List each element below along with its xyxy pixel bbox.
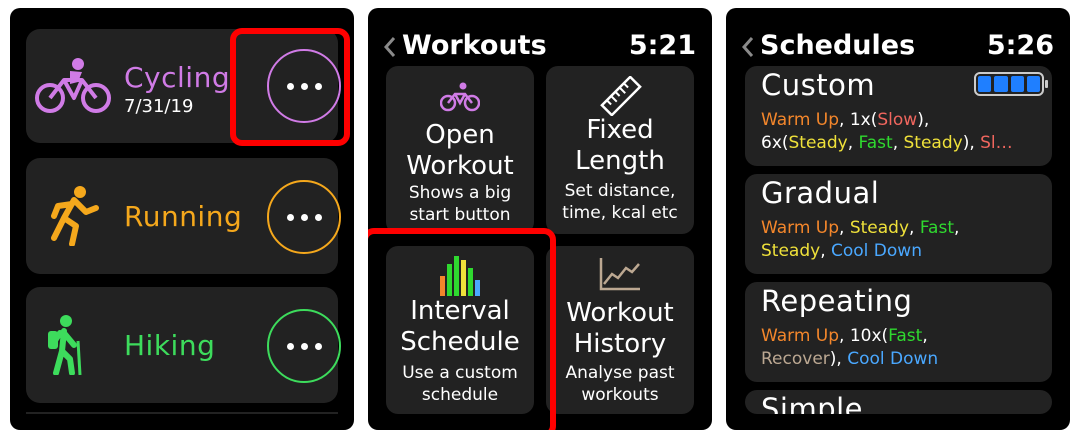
tile-title-line1: Open — [425, 120, 495, 150]
activity-name: Running — [124, 200, 243, 233]
activity-row-hiking[interactable]: Hiking — [26, 287, 341, 403]
schedule-description-line2: Steady, Cool Down — [761, 241, 922, 261]
activity-row-running[interactable]: Running — [26, 158, 341, 274]
tile-subtitle-line2: workouts — [581, 385, 659, 405]
tile-open-workout[interactable]: Open Workout Shows a big start button — [386, 66, 534, 234]
activity-list-screen: Cycling 7/31/19 Running Hiking — [10, 8, 354, 430]
schedule-name: Simple — [761, 392, 864, 414]
tile-title-line2: Length — [575, 146, 665, 176]
schedule-description-line2: Recover), Cool Down — [761, 349, 939, 369]
activity-name: Hiking — [124, 329, 216, 362]
battery-icon — [974, 72, 1048, 96]
clock-time: 5:26 — [986, 30, 1054, 61]
back-chevron-icon[interactable] — [383, 34, 396, 65]
cycling-icon — [440, 82, 480, 112]
more-dots-icon — [286, 342, 294, 350]
screen-title: Schedules — [760, 30, 916, 61]
back-chevron-icon[interactable] — [741, 34, 754, 65]
schedule-description-line1: Warm Up, Steady, Fast, — [761, 218, 960, 238]
schedule-repeating[interactable]: Repeating Warm Up, 10x(Fast, Recover), C… — [745, 282, 1052, 382]
header: Schedules 5:26 — [741, 30, 1054, 65]
schedule-description-line1: Warm Up, 1x(Slow), — [761, 110, 930, 130]
screen-title: Workouts — [402, 30, 547, 61]
schedules-screen: Schedules 5:26 Custom Warm Up, 1x(Slow),… — [726, 8, 1070, 430]
tile-title-line1: Fixed — [586, 115, 654, 145]
ruler-icon — [600, 76, 642, 116]
schedule-simple[interactable]: Simple — [745, 390, 1052, 414]
tile-subtitle-line1: Shows a big — [408, 183, 512, 203]
tile-title-line2: History — [573, 329, 667, 359]
tile-title-line1: Workout — [566, 298, 674, 328]
activity-date: 7/31/19 — [124, 96, 194, 117]
more-dots-icon — [286, 213, 294, 221]
list-divider — [26, 412, 338, 414]
schedule-name: Gradual — [761, 176, 880, 210]
tile-title-line2: Workout — [406, 151, 514, 181]
tile-subtitle-line2: start button — [409, 205, 511, 225]
schedule-name: Custom — [761, 68, 876, 102]
header: Workouts 5:21 — [383, 30, 696, 65]
tile-subtitle-line1: Set distance, — [564, 181, 676, 201]
schedule-name: Repeating — [761, 284, 913, 318]
tile-fixed-length[interactable]: Fixed Length Set distance, time, kcal et… — [546, 66, 694, 234]
cycling-icon — [35, 58, 111, 113]
running-icon — [51, 186, 99, 246]
workouts-screen: Workouts 5:21 Open Workout Shows a big s… — [368, 8, 712, 430]
schedule-description-line2: 6x(Steady, Fast, Steady), Sl… — [761, 133, 1013, 153]
tile-subtitle-line1: Analyse past — [565, 363, 675, 383]
schedule-description-line1: Warm Up, 10x(Fast, — [761, 326, 928, 346]
highlight-box — [368, 228, 556, 430]
tile-subtitle-line2: time, kcal etc — [562, 203, 678, 223]
clock-time: 5:21 — [628, 30, 696, 61]
line-chart-icon — [599, 258, 640, 291]
schedule-gradual[interactable]: Gradual Warm Up, Steady, Fast, Steady, C… — [745, 174, 1052, 274]
activity-name: Cycling — [124, 61, 231, 94]
hiking-icon — [48, 315, 82, 375]
more-button[interactable] — [267, 180, 341, 254]
more-button[interactable] — [267, 309, 341, 383]
highlight-box — [230, 28, 350, 146]
tile-workout-history[interactable]: Workout History Analyse past workouts — [546, 246, 694, 414]
schedule-custom[interactable]: Custom Warm Up, 1x(Slow), 6x(Steady, Fas… — [745, 66, 1052, 166]
